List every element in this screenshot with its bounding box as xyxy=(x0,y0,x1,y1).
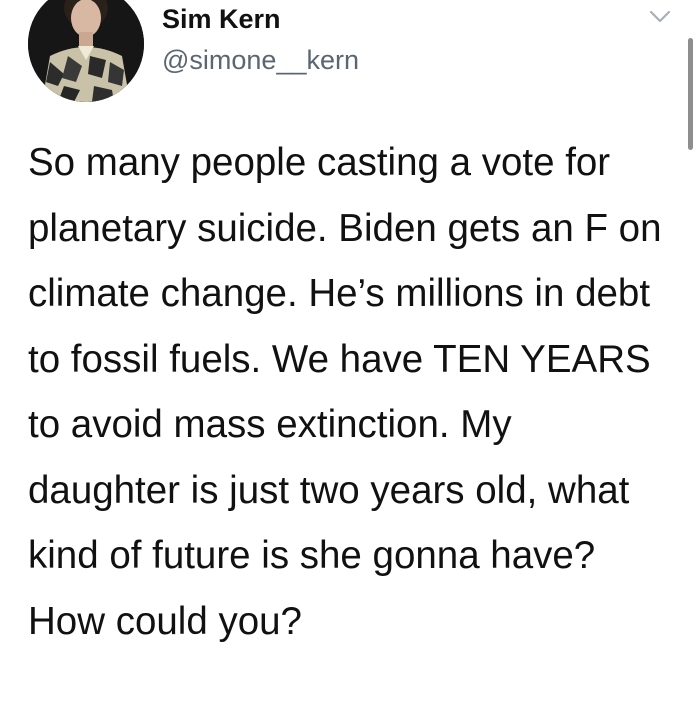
author-handle[interactable]: @simone__kern xyxy=(162,45,359,76)
avatar-image xyxy=(28,0,144,102)
tweet-text: So many people casting a vote for planet… xyxy=(28,141,662,643)
tweet-card: Sim Kern @simone__kern So many people ca… xyxy=(0,0,700,713)
author-display-name[interactable]: Sim Kern xyxy=(162,4,281,35)
chevron-down-icon[interactable] xyxy=(648,8,672,26)
scrollbar[interactable] xyxy=(688,38,693,150)
avatar[interactable] xyxy=(28,0,144,102)
